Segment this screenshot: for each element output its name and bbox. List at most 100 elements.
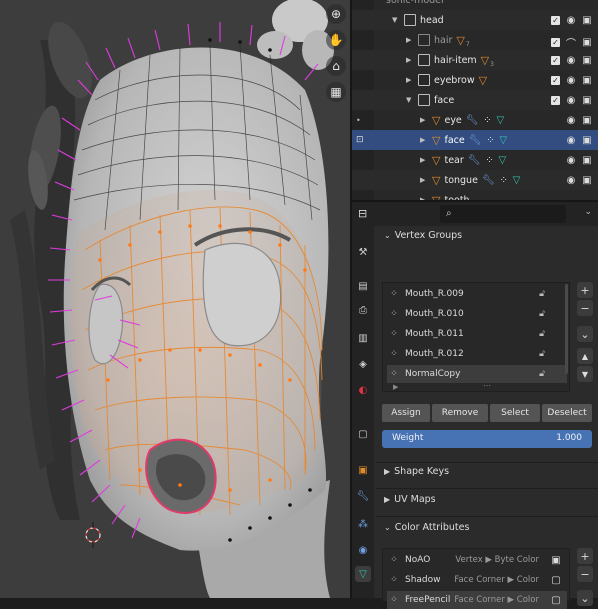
- outliner-row-hair-item[interactable]: ▶ hair-item ▽ 3 ✓ ◉ ▣: [352, 50, 598, 70]
- outliner[interactable]: sonic-model ▼ head ✓ ◉ ▣ ▶ hair ▽ 7 ✓ ⌒ ▣ ▶ …: [352, 0, 598, 200]
- vertex-group-list[interactable]: ⁘ Mouth_R.009 🔓︎ ⁘ Mouth_R.010 🔓︎ ⁘ Mout…: [382, 282, 570, 392]
- unlock-icon[interactable]: 🔓︎: [539, 349, 545, 359]
- outliner-row-tear[interactable]: ▶ ▽ tear 🔧︎ ⁘ ▽ ◉ ▣: [352, 150, 598, 170]
- camera-icon[interactable]: ⌂: [326, 56, 346, 76]
- eye-icon[interactable]: ◉: [566, 175, 576, 186]
- expand-icon[interactable]: ▶: [420, 116, 428, 124]
- camera-render-icon[interactable]: ▣: [582, 75, 592, 86]
- camera-render-icon[interactable]: ▣: [582, 37, 592, 48]
- view-layer-tab-icon[interactable]: ▥: [355, 330, 371, 346]
- weight-slider[interactable]: Weight 1.000: [382, 430, 592, 448]
- object-tab-icon[interactable]: ▣: [355, 462, 371, 478]
- move-down-button[interactable]: ▼: [577, 366, 593, 382]
- vertex-groups-header[interactable]: ⌄ Vertex Groups: [384, 230, 462, 241]
- scrollbar[interactable]: [565, 284, 568, 374]
- outliner-row-partial[interactable]: sonic-model: [352, 0, 598, 10]
- move-up-button[interactable]: ▲: [577, 348, 593, 364]
- output-tab-icon[interactable]: ⎙: [355, 302, 371, 318]
- remove-button[interactable]: Remove: [432, 404, 488, 422]
- outliner-row-eyebrow[interactable]: ▶ eyebrow ▽ ✓ ◉ ▣: [352, 70, 598, 90]
- physics-tab-icon[interactable]: ◉: [355, 542, 371, 558]
- collapse-icon[interactable]: ▼: [392, 16, 400, 24]
- camera-render-icon[interactable]: ▣: [582, 55, 592, 66]
- edit-mode-icon[interactable]: ⊡: [356, 135, 364, 145]
- outliner-row-tooth[interactable]: ▶ ▽ tooth: [352, 190, 598, 201]
- unlock-icon[interactable]: 🔓︎: [539, 329, 545, 339]
- data-tab-icon[interactable]: ▽: [355, 566, 371, 582]
- unlock-icon[interactable]: 🔓︎: [539, 309, 545, 319]
- camera-render-icon[interactable]: ▣: [582, 15, 592, 26]
- uv-maps-header[interactable]: ▶ UV Maps: [384, 494, 436, 505]
- world-tab-icon[interactable]: ◐: [355, 382, 371, 398]
- checkbox-icon[interactable]: ✓: [551, 38, 560, 47]
- eye-icon[interactable]: ◉: [566, 75, 576, 86]
- assign-button[interactable]: Assign: [382, 404, 430, 422]
- collection-tab-icon[interactable]: ▢: [355, 426, 371, 442]
- remove-button[interactable]: −: [577, 300, 593, 316]
- expand-icon[interactable]: ▶: [406, 36, 414, 44]
- outliner-row-tongue[interactable]: ▶ ▽ tongue 🔧︎ ⁘ ▽ ◉ ▣: [352, 170, 598, 190]
- remove-button[interactable]: −: [577, 566, 593, 582]
- collapse-icon[interactable]: ▼: [406, 96, 414, 104]
- checkbox-icon[interactable]: ✓: [551, 96, 560, 105]
- eye-hidden-icon[interactable]: ⌒: [566, 35, 576, 50]
- checkbox-icon[interactable]: ✓: [551, 76, 560, 85]
- expand-icon[interactable]: ▶: [393, 383, 398, 391]
- color-attributes-header[interactable]: ⌄ Color Attributes: [384, 522, 469, 533]
- outliner-row-eye[interactable]: • ▶ ▽ eye 🔧︎ ⁘ ▽ ◉ ▣: [352, 110, 598, 130]
- shape-keys-header[interactable]: ▶ Shape Keys: [384, 466, 449, 477]
- outliner-row-head[interactable]: ▼ head ✓ ◉ ▣: [352, 10, 598, 30]
- deselect-button[interactable]: Deselect: [542, 404, 592, 422]
- eye-icon[interactable]: ◉: [566, 95, 576, 106]
- chevron-down-icon[interactable]: ⌄: [584, 207, 592, 217]
- color-attribute-list[interactable]: ⁘ NoAO Vertex ▶ Byte Color ▣ ⁘ Shadow Fa…: [382, 548, 570, 609]
- list-item[interactable]: ⁘ Mouth_R.009 🔓︎: [387, 285, 567, 303]
- editor-type-icon[interactable]: ⊟: [358, 207, 367, 220]
- select-button[interactable]: Select: [490, 404, 540, 422]
- specials-menu-button[interactable]: ⌄: [577, 590, 593, 606]
- expand-icon[interactable]: ▶: [406, 76, 414, 84]
- render-tab-icon[interactable]: ▤: [355, 278, 371, 294]
- camera-off-icon[interactable]: ▢: [551, 595, 561, 606]
- expand-icon[interactable]: ▶: [420, 176, 428, 184]
- list-item-selected[interactable]: ⁘ NormalCopy 🔓︎: [387, 365, 567, 383]
- zoom-icon[interactable]: ⊕: [326, 4, 346, 24]
- eye-icon[interactable]: ◉: [566, 155, 576, 166]
- tool-tab-icon[interactable]: ⚒: [355, 244, 371, 260]
- edit-dot-icon[interactable]: •: [356, 116, 361, 125]
- list-item[interactable]: ⁘ Mouth_R.010 🔓︎: [387, 305, 567, 323]
- camera-render-icon[interactable]: ▣: [582, 155, 592, 166]
- list-item[interactable]: ⁘ Shadow Face Corner ▶ Color ▢: [387, 571, 567, 589]
- eye-icon[interactable]: ◉: [566, 55, 576, 66]
- particles-tab-icon[interactable]: ⁂: [355, 516, 371, 532]
- camera-off-icon[interactable]: ▢: [551, 575, 561, 586]
- camera-render-icon[interactable]: ▣: [582, 115, 592, 126]
- specials-menu-button[interactable]: ⌄: [577, 326, 593, 342]
- grid-icon[interactable]: ▦: [326, 82, 346, 102]
- list-item[interactable]: ⁘ Mouth_R.011 🔓︎: [387, 325, 567, 343]
- eye-icon[interactable]: ◉: [566, 115, 576, 126]
- 3d-viewport[interactable]: ⊕ ✋ ⌂ ▦: [0, 0, 350, 598]
- hand-icon[interactable]: ✋: [326, 30, 346, 50]
- camera-render-icon[interactable]: ▣: [582, 175, 592, 186]
- checkbox-icon[interactable]: ✓: [551, 56, 560, 65]
- checkbox-icon[interactable]: ✓: [551, 16, 560, 25]
- camera-render-icon[interactable]: ▣: [551, 555, 561, 566]
- resize-handle-icon[interactable]: ⋯: [483, 381, 491, 390]
- list-item-selected[interactable]: ⁘ FreePencil Face Corner ▶ Color ▢: [387, 591, 567, 609]
- eye-icon[interactable]: ◉: [566, 15, 576, 26]
- list-item[interactable]: ⁘ NoAO Vertex ▶ Byte Color ▣: [387, 551, 567, 569]
- outliner-row-face-selected[interactable]: ⊡ ▶ ▽ face 🔧︎ ⁘ ▽ ◉ ▣: [352, 130, 598, 150]
- list-item[interactable]: ⁘ Mouth_R.012 🔓︎: [387, 345, 567, 363]
- unlock-icon[interactable]: 🔓︎: [539, 289, 545, 299]
- outliner-row-hair[interactable]: ▶ hair ▽ 7 ✓ ⌒ ▣: [352, 30, 598, 51]
- add-button[interactable]: +: [577, 548, 593, 564]
- modifier-tab-icon[interactable]: 🔧︎: [355, 488, 371, 504]
- expand-icon[interactable]: ▶: [420, 156, 428, 164]
- expand-icon[interactable]: ▶: [406, 56, 414, 64]
- camera-render-icon[interactable]: ▣: [582, 135, 592, 146]
- expand-icon[interactable]: ▶: [420, 136, 428, 144]
- camera-render-icon[interactable]: ▣: [582, 95, 592, 106]
- eye-icon[interactable]: ◉: [566, 135, 576, 146]
- unlock-icon[interactable]: 🔓︎: [539, 369, 545, 379]
